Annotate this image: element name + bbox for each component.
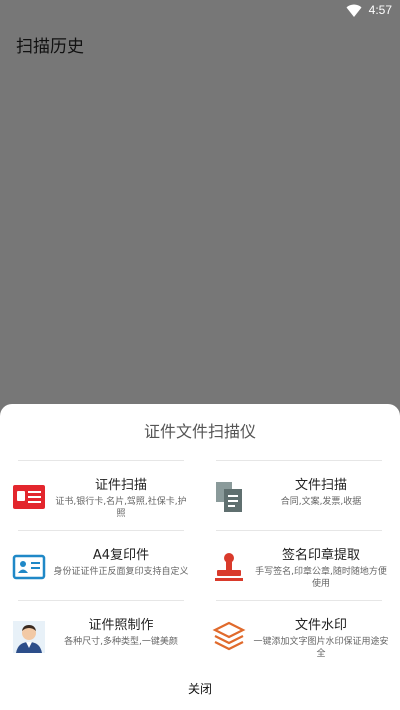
- feature-id-scan[interactable]: 证件扫描 证书,银行卡,名片,驾照,社保卡,护照: [0, 464, 200, 530]
- sheet-title: 证件文件扫描仪: [143, 422, 256, 441]
- id-card-outline-icon: [12, 554, 46, 580]
- layers-icon: [212, 621, 246, 651]
- feature-name: A4复印件: [92, 548, 150, 563]
- feature-name: 证件扫描: [94, 478, 147, 493]
- document-copy-icon: [216, 482, 242, 512]
- page-title: 扫描历史: [16, 37, 84, 57]
- scrim-overlay[interactable]: [0, 68, 400, 408]
- feature-desc: 一键添加文字图片水印保证用途安全: [253, 637, 389, 659]
- status-time: 4:57: [368, 3, 392, 17]
- feature-name: 文件水印: [294, 618, 347, 633]
- feature-desc: 身份证证件正反面复印支持自定义: [53, 567, 189, 577]
- wifi-icon: [346, 4, 362, 17]
- bottom-sheet: 证件文件扫描仪 证件扫描 证书,银行卡,名片,驾照,社保卡,护照 文件扫描 合同…: [0, 404, 400, 710]
- feature-document-scan[interactable]: 文件扫描 合同,文案,发票,收据: [200, 464, 400, 530]
- feature-a4-copy[interactable]: A4复印件 身份证证件正反面复印支持自定义: [0, 534, 200, 600]
- feature-name: 文件扫描: [294, 478, 347, 493]
- feature-id-photo[interactable]: 证件照制作 各种尺寸,多种类型,一键美颜: [0, 604, 200, 670]
- feature-watermark[interactable]: 文件水印 一键添加文字图片水印保证用途安全: [200, 604, 400, 670]
- feature-desc: 证书,银行卡,名片,驾照,社保卡,护照: [55, 497, 187, 519]
- feature-name: 签名印章提取: [281, 548, 360, 563]
- close-button[interactable]: 关闭: [0, 680, 400, 697]
- app-bar: 扫描历史: [0, 22, 400, 68]
- stamp-icon: [215, 553, 243, 581]
- feature-desc: 各种尺寸,多种类型,一键美颜: [64, 637, 178, 647]
- portrait-icon: [13, 621, 45, 653]
- feature-name: 证件照制作: [88, 618, 154, 633]
- id-card-icon: [13, 485, 45, 509]
- feature-desc: 合同,文案,发票,收据: [280, 497, 362, 507]
- feature-desc: 手写签名,印章公章,随时随地方便使用: [255, 567, 387, 589]
- status-bar: 4:57: [0, 0, 400, 22]
- feature-signature-extract[interactable]: 签名印章提取 手写签名,印章公章,随时随地方便使用: [200, 534, 400, 600]
